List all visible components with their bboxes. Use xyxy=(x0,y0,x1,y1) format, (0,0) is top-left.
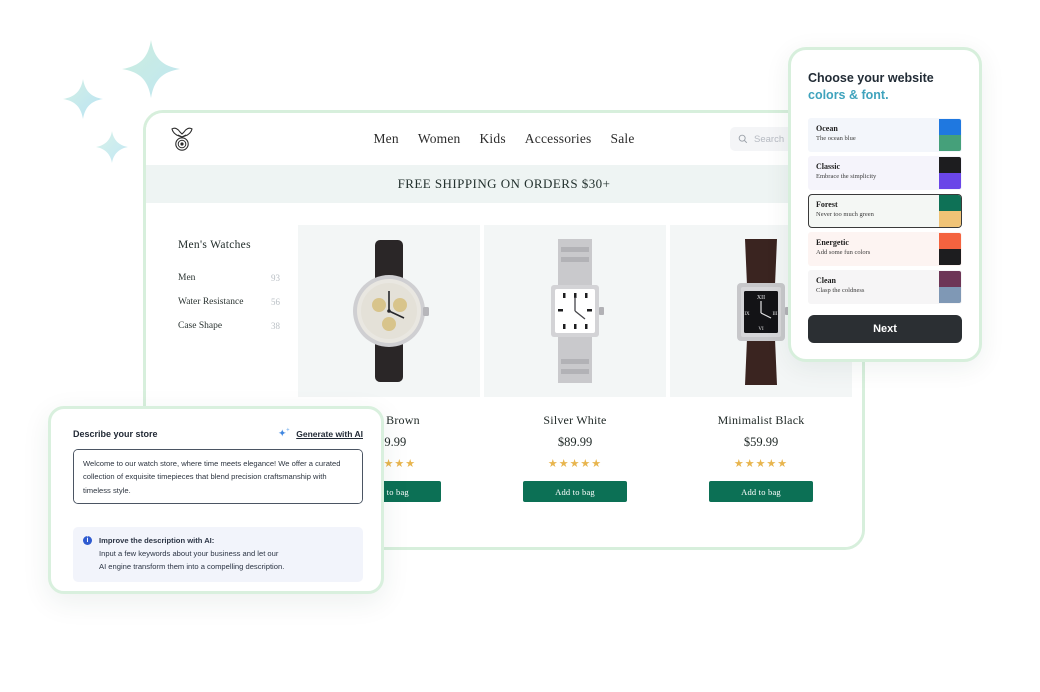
nav-item-accessories[interactable]: Accessories xyxy=(525,131,592,147)
theme-option-clean[interactable]: Clean Clasp the coldness xyxy=(808,269,962,304)
sparkle-large-icon xyxy=(120,38,182,100)
describe-panel-header: Describe your store Generate with AI xyxy=(73,427,363,440)
theme-description: Embrace the simplicity xyxy=(816,172,877,180)
theme-option-classic[interactable]: Classic Embrace the simplicity xyxy=(808,155,962,190)
theme-name: Forest xyxy=(816,199,838,209)
info-icon: i xyxy=(83,536,92,545)
theme-swatch xyxy=(939,118,961,151)
filter-label: Case Shape xyxy=(178,321,223,331)
product-image-dark-brown xyxy=(298,225,480,397)
info-heading: Improve the description with AI: xyxy=(99,536,215,545)
theme-option-forest[interactable]: Forest Never too much green xyxy=(808,193,962,228)
product-card[interactable]: Silver White $89.99 ★★★★★ Add to bag xyxy=(484,225,666,547)
info-line-2: AI engine transform them into a compelli… xyxy=(99,561,285,571)
title-line-1: Choose your website xyxy=(808,71,934,85)
theme-option-energetic[interactable]: Energetic Add some fun colors xyxy=(808,231,962,266)
add-to-bag-button[interactable]: Add to bag xyxy=(523,481,627,502)
store-header: Men Women Kids Accessories Sale Search xyxy=(146,113,862,165)
title-line-2: colors & font. xyxy=(808,87,889,102)
info-text: Improve the description with AI: Input a… xyxy=(99,535,284,573)
filter-count: 38 xyxy=(271,321,280,331)
nav-item-women[interactable]: Women xyxy=(418,131,461,147)
ai-improvement-info-box: i Improve the description with AI: Input… xyxy=(73,527,363,583)
theme-description: Never too much green xyxy=(816,210,874,218)
next-button[interactable]: Next xyxy=(808,315,962,343)
add-to-bag-button[interactable]: Add to bag xyxy=(709,481,813,502)
theme-name: Energetic xyxy=(816,237,849,247)
filter-count: 93 xyxy=(271,273,280,283)
describe-store-panel: Describe your store Generate with AI i I… xyxy=(48,406,384,594)
theme-description: Clasp the coldness xyxy=(816,286,865,294)
svg-text:VI: VI xyxy=(758,327,764,332)
generate-with-ai-action[interactable]: Generate with AI xyxy=(278,427,363,440)
theme-name: Classic xyxy=(816,161,840,171)
theme-option-ocean[interactable]: Ocean The ocean blue xyxy=(808,117,962,152)
theme-swatch xyxy=(939,270,961,303)
sparkle-small-icon xyxy=(95,130,129,164)
colors-and-font-panel: Choose your website colors & font. Ocean… xyxy=(788,47,982,362)
filters-title: Men's Watches xyxy=(178,239,251,251)
theme-swatch xyxy=(939,156,961,189)
colors-panel-title: Choose your website colors & font. xyxy=(808,70,962,104)
theme-description: The ocean blue xyxy=(816,134,856,142)
nav-item-men[interactable]: Men xyxy=(373,131,398,147)
filter-count: 56 xyxy=(271,297,280,307)
filter-row-case-shape[interactable]: Case Shape 38 xyxy=(178,321,298,331)
product-name: Minimalist Black xyxy=(717,413,805,427)
generate-with-ai-link[interactable]: Generate with AI xyxy=(296,429,363,439)
search-placeholder: Search xyxy=(754,133,785,145)
sparkle-medium-icon xyxy=(62,78,104,120)
product-price: $59.99 xyxy=(743,435,779,449)
svg-text:III: III xyxy=(773,312,778,317)
nav-item-sale[interactable]: Sale xyxy=(610,131,634,147)
winged-medal-logo-icon xyxy=(168,123,196,155)
svg-text:XII: XII xyxy=(757,295,765,301)
theme-name: Ocean xyxy=(816,123,838,133)
describe-store-label: Describe your store xyxy=(73,428,158,439)
product-image-silver-white xyxy=(484,225,666,397)
theme-list: Ocean The ocean blue Classic Embrace the… xyxy=(808,117,962,304)
filter-row-water-resistance[interactable]: Water Resistance 56 xyxy=(178,297,298,307)
svg-text:IX: IX xyxy=(744,312,750,317)
filter-row-men[interactable]: Men 93 xyxy=(178,273,298,283)
filter-label: Men xyxy=(178,273,196,283)
info-line-1: Input a few keywords about your business… xyxy=(99,548,279,558)
product-rating: ★★★★★ xyxy=(547,458,603,470)
product-rating: ★★★★★ xyxy=(733,458,789,470)
theme-swatch xyxy=(939,194,961,227)
filter-label: Water Resistance xyxy=(178,297,244,307)
free-shipping-banner: FREE SHIPPING ON ORDERS $30+ xyxy=(146,165,862,203)
theme-name: Clean xyxy=(816,275,836,285)
nav-item-kids[interactable]: Kids xyxy=(479,131,505,147)
theme-description: Add some fun colors xyxy=(816,248,871,256)
product-price: $89.99 xyxy=(557,435,593,449)
store-description-input[interactable] xyxy=(73,449,363,504)
sparkle-icon xyxy=(278,427,291,437)
search-icon xyxy=(738,134,748,144)
theme-swatch xyxy=(939,232,961,265)
page-root: Men Women Kids Accessories Sale Search F… xyxy=(0,0,1040,692)
product-name: Silver White xyxy=(543,413,607,427)
